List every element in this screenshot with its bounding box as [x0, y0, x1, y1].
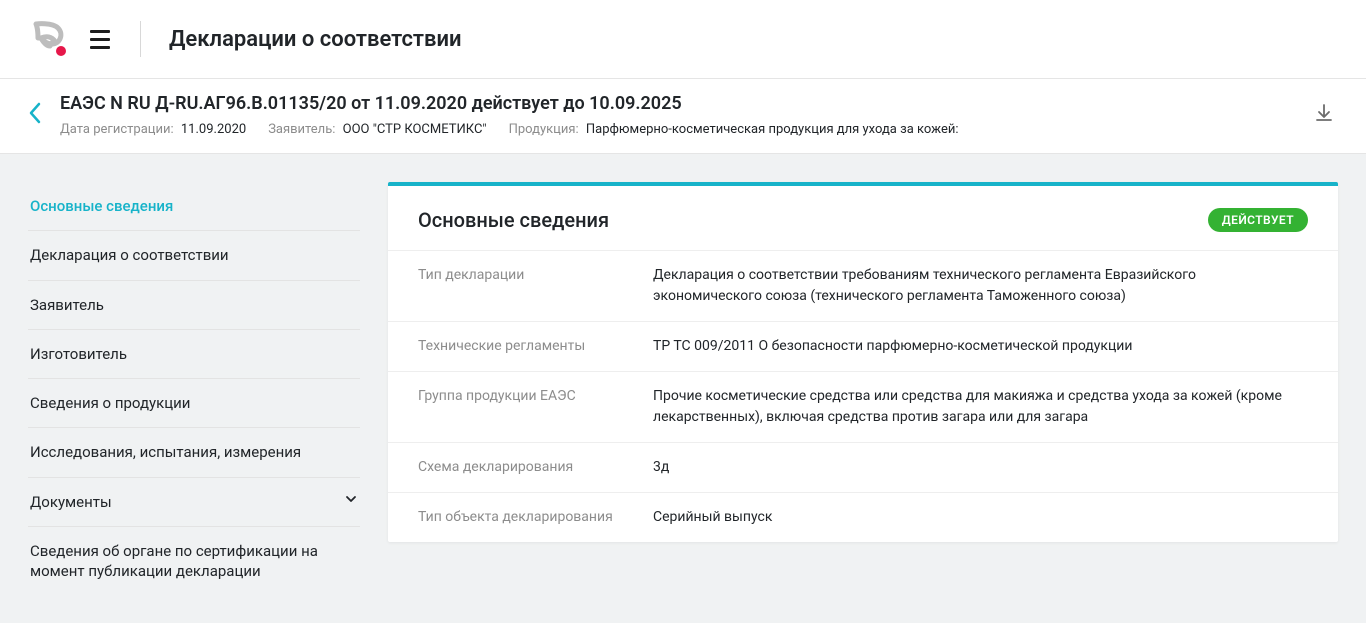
download-button[interactable] — [1310, 99, 1338, 131]
menu-toggle-button[interactable] — [88, 28, 112, 51]
sidebar-item-label: Сведения о продукции — [30, 393, 190, 413]
page-title: Декларации о соответствии — [169, 27, 462, 52]
chevron-left-icon — [28, 101, 42, 125]
sidebar-item-product-info[interactable]: Сведения о продукции — [28, 379, 360, 428]
row-value: 3д — [653, 457, 1308, 478]
main-content-card: Основные сведения ДЕЙСТВУЕТ Тип декларац… — [388, 182, 1338, 542]
back-button[interactable] — [28, 101, 42, 130]
divider — [140, 21, 141, 57]
sidebar-item-label: Изготовитель — [30, 344, 127, 364]
sidebar-item-tests[interactable]: Исследования, испытания, измерения — [28, 428, 360, 477]
row-value: Декларация о соответствии требованиям те… — [653, 265, 1308, 307]
meta-row: Дата регистрации: 11.09.2020 Заявитель: … — [60, 122, 1298, 137]
row-value: Серийный выпуск — [653, 507, 1308, 528]
sidebar-item-label: Заявитель — [30, 295, 104, 315]
row-label: Технические регламенты — [418, 336, 653, 357]
chevron-down-icon — [344, 492, 358, 512]
row-value: Прочие косметические средства или средст… — [653, 386, 1308, 428]
logo[interactable] — [28, 18, 70, 60]
meta-value-applicant: ООО "СТР КОСМЕТИКС" — [343, 122, 487, 137]
sidebar-item-cert-body[interactable]: Сведения об органе по сертификации на мо… — [28, 527, 360, 596]
meta-label-product: Продукция: — [509, 122, 579, 137]
data-table: Тип декларации Декларация о соответствии… — [388, 250, 1338, 542]
download-icon — [1314, 103, 1334, 123]
row-value: ТР ТС 009/2011 О безопасности парфюмерно… — [653, 336, 1308, 357]
sidebar-item-declaration[interactable]: Декларация о соответствии — [28, 231, 360, 280]
app-header: Декларации о соответствии — [0, 0, 1366, 79]
meta-label-reg: Дата регистрации: — [60, 122, 174, 137]
row-label: Тип декларации — [418, 265, 653, 307]
document-title: ЕАЭС N RU Д-RU.АГ96.В.01135/20 от 11.09.… — [60, 93, 1298, 114]
meta-label-applicant: Заявитель: — [268, 122, 335, 137]
table-row: Тип объекта декларирования Серийный выпу… — [388, 492, 1338, 542]
sidebar: Основные сведения Декларация о соответст… — [28, 182, 360, 595]
sidebar-item-label: Декларация о соответствии — [30, 245, 229, 265]
meta-value-product: Парфюмерно-косметическая продукция для у… — [586, 122, 959, 137]
meta-value-reg: 11.09.2020 — [181, 122, 246, 137]
sidebar-item-manufacturer[interactable]: Изготовитель — [28, 330, 360, 379]
table-row: Группа продукции ЕАЭС Прочие косметическ… — [388, 371, 1338, 442]
sidebar-item-label: Основные сведения — [30, 196, 173, 216]
row-label: Схема декларирования — [418, 457, 653, 478]
sidebar-item-main-info[interactable]: Основные сведения — [28, 182, 360, 231]
table-row: Схема декларирования 3д — [388, 442, 1338, 492]
sidebar-item-applicant[interactable]: Заявитель — [28, 281, 360, 330]
card-title: Основные сведения — [418, 208, 609, 232]
sidebar-item-label: Сведения об органе по сертификации на мо… — [30, 541, 358, 582]
table-row: Тип декларации Декларация о соответствии… — [388, 250, 1338, 321]
sidebar-item-documents[interactable]: Документы — [28, 478, 360, 527]
logo-icon — [28, 18, 70, 60]
sidebar-item-label: Документы — [30, 492, 112, 512]
table-row: Технические регламенты ТР ТС 009/2011 О … — [388, 321, 1338, 371]
status-badge: ДЕЙСТВУЕТ — [1208, 208, 1308, 232]
document-subheader: ЕАЭС N RU Д-RU.АГ96.В.01135/20 от 11.09.… — [0, 79, 1366, 154]
row-label: Группа продукции ЕАЭС — [418, 386, 653, 428]
sidebar-item-label: Исследования, испытания, измерения — [30, 442, 301, 462]
row-label: Тип объекта декларирования — [418, 507, 653, 528]
